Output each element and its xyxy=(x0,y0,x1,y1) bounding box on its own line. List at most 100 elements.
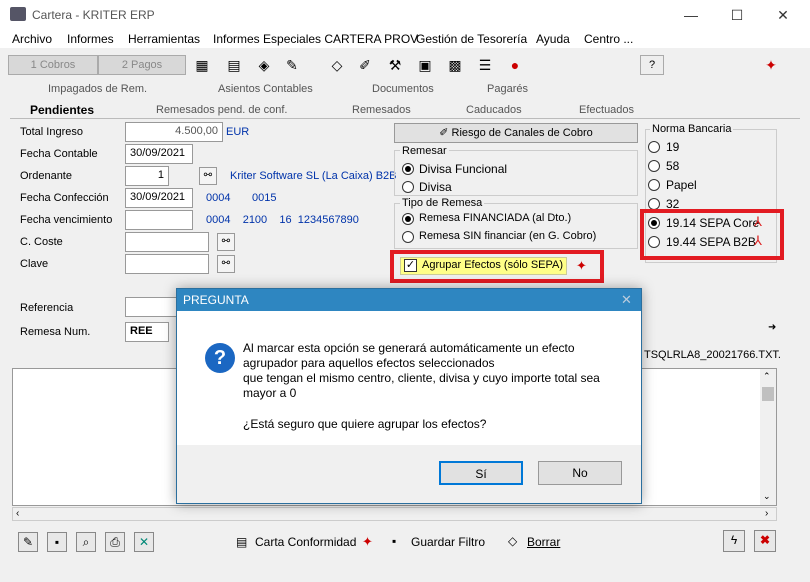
dialog-title: PREGUNTA xyxy=(177,289,641,311)
lightning-icon[interactable]: ϟ xyxy=(723,530,745,552)
menu-herramientas[interactable]: Herramientas xyxy=(128,32,200,46)
radio-divisa[interactable] xyxy=(402,181,414,193)
print-icon[interactable]: ⎙ xyxy=(105,532,125,552)
bomb-icon[interactable]: ● xyxy=(506,56,524,74)
sepa-b2b-label: 19.44 SEPA B2B xyxy=(666,235,756,249)
fecha-venc-field[interactable] xyxy=(125,210,193,230)
menu-ayuda[interactable]: Ayuda xyxy=(536,32,570,46)
menu-archivo[interactable]: Archivo xyxy=(12,32,52,46)
yes-button[interactable]: Sí xyxy=(439,461,523,485)
pdf-icon[interactable]: ⅄ xyxy=(754,214,762,230)
help-button[interactable]: ? xyxy=(640,55,664,75)
radio-norma-58[interactable] xyxy=(648,160,660,172)
safe-icon[interactable]: ▩ xyxy=(446,56,464,74)
divisa-label: Divisa xyxy=(419,180,452,194)
alert-icon[interactable]: ✦ xyxy=(576,258,587,274)
dialog-close-icon[interactable]: ✕ xyxy=(621,292,632,308)
riesgo-button[interactable]: ✐ Riesgo de Canales de Cobro xyxy=(394,123,638,143)
edit-icon[interactable]: ✎ xyxy=(18,532,38,552)
referencia-field[interactable] xyxy=(125,297,177,317)
cancel-icon[interactable]: ✖ xyxy=(754,530,776,552)
agrupar-checkbox[interactable]: ✓ xyxy=(404,259,417,272)
fecha-confeccion-field[interactable]: 30/09/2021 xyxy=(125,188,193,208)
arrow-right-icon[interactable]: ➜ xyxy=(768,322,776,333)
carta-conformidad-button[interactable]: Carta Conformidad xyxy=(255,535,356,549)
binoculars-icon[interactable]: ⚯ xyxy=(199,167,217,185)
scroll-thumb[interactable] xyxy=(762,387,774,401)
tab-efectuados[interactable]: Efectuados xyxy=(579,104,634,116)
stamp-icon[interactable]: ◈ xyxy=(255,56,273,74)
bank-code-2: 0015 xyxy=(252,192,277,204)
preview-icon[interactable]: ⌕ xyxy=(76,532,96,552)
menu-informes-especiales[interactable]: Informes Especiales CARTERA PROV xyxy=(213,32,418,46)
tab-pagares[interactable]: Pagarés xyxy=(487,83,528,95)
close-button[interactable]: ✕ xyxy=(760,2,806,28)
save-icon[interactable]: ▪ xyxy=(47,532,67,552)
tab-caducados[interactable]: Caducados xyxy=(466,104,522,116)
remesar-title: Remesar xyxy=(400,145,449,157)
norma-58-label: 58 xyxy=(666,159,680,173)
borrar-button[interactable]: Borrar xyxy=(527,535,560,549)
guardar-filtro-button[interactable]: Guardar Filtro xyxy=(411,535,485,549)
total-ingreso-field: 4.500,00 xyxy=(125,122,223,142)
remesa-field[interactable]: REE xyxy=(125,322,169,342)
tools-icon[interactable]: ⚒ xyxy=(386,56,404,74)
calculator-icon[interactable]: ▦ xyxy=(193,56,211,74)
minimize-button[interactable]: — xyxy=(668,2,714,28)
binoculars-icon[interactable]: ⚯ xyxy=(217,255,235,273)
tab-asientos[interactable]: Asientos Contables xyxy=(218,83,313,95)
scroll-left-icon[interactable]: ‹ xyxy=(16,508,19,519)
window-title: Cartera - KRITER ERP xyxy=(32,8,155,22)
binoculars-icon[interactable]: ⚯ xyxy=(217,233,235,251)
clave-field[interactable] xyxy=(125,254,209,274)
excel-icon[interactable]: ✕ xyxy=(134,532,154,552)
checklist-icon[interactable]: ☰ xyxy=(476,56,494,74)
vertical-scrollbar[interactable]: ⌃ ⌄ xyxy=(760,369,776,505)
tab-remesados-pend[interactable]: Remesados pend. de conf. xyxy=(156,104,287,116)
dialog-line-2: agrupador para aquellos efectos seleccio… xyxy=(243,356,495,370)
eraser-icon[interactable]: ◇ xyxy=(328,56,346,74)
ordenante-field[interactable]: 1 xyxy=(125,166,169,186)
horizontal-scrollbar[interactable]: ‹ › xyxy=(12,507,777,521)
edit-icon[interactable]: ✎ xyxy=(283,56,301,74)
coste-field[interactable] xyxy=(125,232,209,252)
tab-impagados[interactable]: Impagados de Rem. xyxy=(48,83,147,95)
menu-informes[interactable]: Informes xyxy=(67,32,114,46)
divisa-funcional-label: Divisa Funcional xyxy=(419,162,508,176)
dialog-line-3: que tengan el mismo centro, cliente, div… xyxy=(243,371,600,385)
cobros-button[interactable]: 1 Cobros xyxy=(8,55,98,75)
scroll-up-icon[interactable]: ⌃ xyxy=(763,371,771,382)
ordenante-label: Ordenante xyxy=(20,170,72,182)
radio-divisa-funcional[interactable] xyxy=(402,163,414,175)
pdf-icon[interactable]: ⅄ xyxy=(754,233,762,249)
tipo-remesa-title: Tipo de Remesa xyxy=(400,197,485,209)
tab-documentos[interactable]: Documentos xyxy=(372,83,434,95)
radio-remesa-sin-financiar[interactable] xyxy=(402,231,414,243)
tab-pendientes[interactable]: Pendientes xyxy=(30,103,94,117)
alert-icon[interactable]: ✦ xyxy=(762,56,780,74)
fecha-contable-field[interactable]: 30/09/2021 xyxy=(125,144,193,164)
radio-sepa-b2b[interactable] xyxy=(648,236,660,248)
grid-icon[interactable]: ▤ xyxy=(225,56,243,74)
radio-remesa-financiada[interactable] xyxy=(402,213,414,225)
tab-remesados[interactable]: Remesados xyxy=(352,104,411,116)
radio-sepa-core[interactable] xyxy=(648,217,660,229)
scroll-down-icon[interactable]: ⌄ xyxy=(763,491,771,502)
fecha-venc-label: Fecha vencimiento xyxy=(20,214,113,226)
maximize-button[interactable]: ☐ xyxy=(714,2,760,28)
menu-bar: Archivo Informes Herramientas Informes E… xyxy=(0,30,810,48)
scroll-right-icon[interactable]: › xyxy=(765,508,768,519)
menu-tesoreria[interactable]: Gestión de Tesorería xyxy=(416,32,527,46)
marker-icon[interactable]: ✐ xyxy=(356,56,374,74)
alert-icon[interactable]: ✦ xyxy=(362,534,373,550)
radio-norma-19[interactable] xyxy=(648,141,660,153)
referencia-label: Referencia xyxy=(20,302,74,314)
menu-centro[interactable]: Centro ... xyxy=(584,32,633,46)
tipo-remesa-group xyxy=(394,203,638,249)
pagos-button[interactable]: 2 Pagos xyxy=(98,55,186,75)
radio-norma-papel[interactable] xyxy=(648,179,660,191)
sheet-icon[interactable]: ▣ xyxy=(416,56,434,74)
app-icon xyxy=(10,7,26,21)
ordenante-name: Kriter Software SL (La Caixa) B2B xyxy=(230,170,397,182)
no-button[interactable]: No xyxy=(538,461,622,485)
